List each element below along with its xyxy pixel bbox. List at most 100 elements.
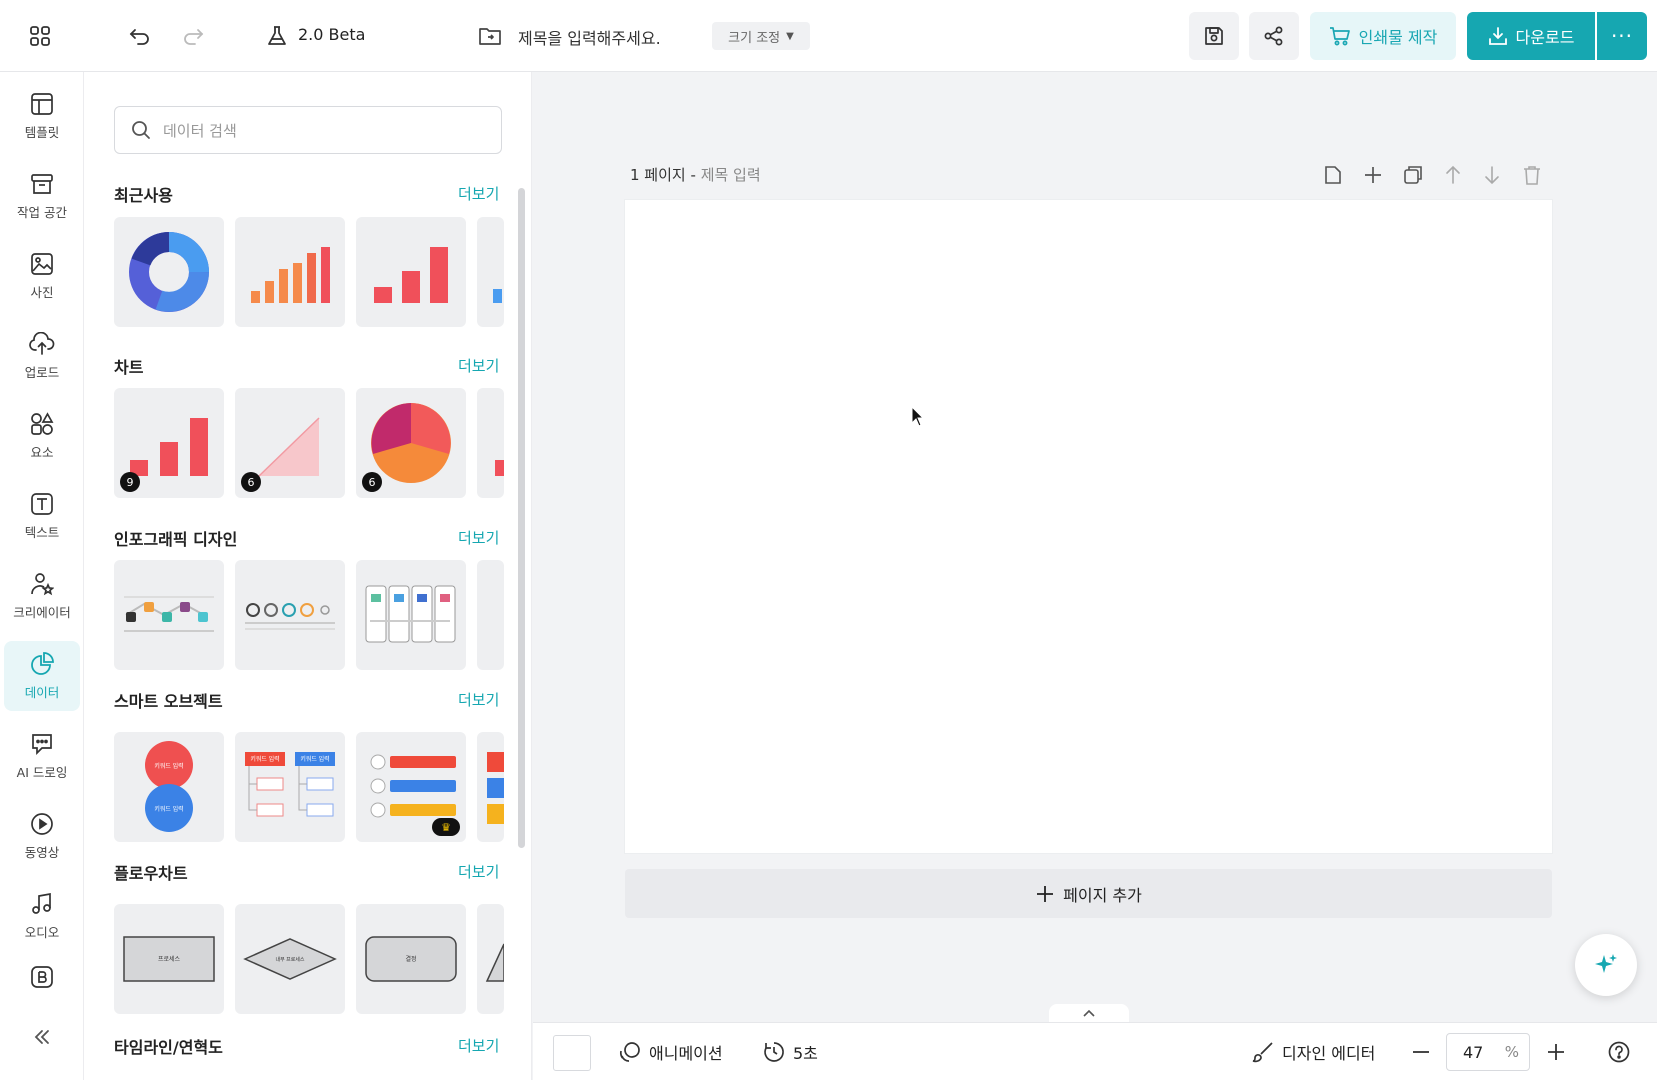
recent-more-link[interactable]: 더보기: [458, 183, 499, 204]
brush-icon: [1252, 1042, 1273, 1063]
download-label: 다운로드: [1515, 28, 1575, 47]
audio-icon: [32, 892, 51, 914]
smart-object-columns-thumb[interactable]: 키워드 입력 키워드 입력: [235, 732, 345, 842]
sparkle-icon: [1595, 954, 1617, 973]
chart-more-link[interactable]: 더보기: [458, 355, 499, 376]
section-title-recent: 최근사용: [114, 186, 173, 205]
save-button[interactable]: [1189, 12, 1239, 60]
rail-label-upload: 업로드: [24, 364, 60, 380]
infographic-more-link[interactable]: 더보기: [458, 527, 499, 548]
panel-scrollbar[interactable]: [518, 188, 525, 848]
design-editor-label: 디자인 에디터: [1282, 1044, 1376, 1063]
folder-icon[interactable]: [470, 16, 510, 56]
smart-text: 키워드 입력: [250, 755, 279, 763]
page-thumbnail[interactable]: [553, 1035, 591, 1071]
smart-text: 키워드 입력: [300, 755, 329, 763]
page-title-input[interactable]: 제목 입력: [701, 166, 761, 184]
rail-item-template[interactable]: 템플릿: [4, 81, 80, 151]
chart-bar-thumb[interactable]: 9: [114, 388, 224, 498]
rail-item-audio[interactable]: 오디오: [4, 881, 80, 951]
zoom-out-button[interactable]: [1411, 1023, 1431, 1080]
rail-item-data[interactable]: 데이터: [4, 641, 80, 711]
rail-item-brand[interactable]: [4, 952, 80, 1002]
zoom-in-button[interactable]: [1546, 1023, 1566, 1080]
smart-object-circles-thumb[interactable]: 키워드 입력 키워드 입력: [114, 732, 224, 842]
infographic-thumb-1[interactable]: [114, 560, 224, 670]
download-button[interactable]: 다운로드: [1467, 12, 1595, 60]
rail-item-text[interactable]: 텍스트: [4, 481, 80, 551]
rail-item-elements[interactable]: 요소: [4, 401, 80, 471]
infographic-thumb-3[interactable]: [356, 560, 466, 670]
document-title-input[interactable]: 제목을 입력해주세요.: [518, 25, 661, 49]
flow-text: 결정: [405, 955, 416, 963]
timeline-more-link[interactable]: 더보기: [458, 1035, 499, 1056]
section-title-infographic: 인포그래픽 디자인: [114, 530, 238, 549]
download-icon: [1488, 27, 1507, 45]
rail-item-video[interactable]: 동영상: [4, 801, 80, 871]
duration-button[interactable]: 5초: [763, 1023, 818, 1080]
zoom-unit: %: [1504, 1043, 1519, 1061]
design-canvas-page[interactable]: [625, 200, 1552, 853]
rail-item-upload[interactable]: 업로드: [4, 321, 80, 391]
recent-bar-chart-thumb-2[interactable]: [356, 217, 466, 327]
version-label: 2.0 Beta: [298, 25, 366, 44]
rail-label-text: 텍스트: [24, 524, 60, 540]
photo-icon: [31, 252, 53, 275]
redo-icon[interactable]: [173, 16, 213, 56]
rail-item-photo[interactable]: 사진: [4, 241, 80, 311]
zoom-input[interactable]: 47 %: [1446, 1033, 1530, 1071]
flowchart-more-link[interactable]: 더보기: [458, 861, 499, 882]
flowchart-thumb-partial[interactable]: [477, 904, 504, 1014]
bottom-toolbar: 애니메이션 5초 디자인 에디터 47 %: [533, 1022, 1657, 1080]
move-page-down-icon[interactable]: [1479, 162, 1505, 188]
more-icon: ···: [1610, 24, 1634, 48]
collapse-panel-button[interactable]: [4, 1012, 80, 1062]
add-page-icon[interactable]: [1360, 162, 1386, 188]
add-page-button[interactable]: 페이지 추가: [625, 869, 1552, 918]
animation-label: 애니메이션: [649, 1044, 723, 1063]
help-button[interactable]: [1608, 1023, 1630, 1080]
rail-item-workspace[interactable]: 작업 공간: [4, 161, 80, 231]
more-options-button[interactable]: ···: [1597, 12, 1647, 60]
duplicate-page-icon[interactable]: [1400, 162, 1426, 188]
smart-object-thumb-partial[interactable]: [477, 732, 504, 842]
apps-grid-icon[interactable]: [20, 16, 60, 56]
chart-pie-thumb[interactable]: 6: [356, 388, 466, 498]
infographic-thumb-partial[interactable]: [477, 560, 504, 670]
timer-icon: [764, 1042, 784, 1062]
resize-button[interactable]: 크기 조정 ▼: [712, 22, 810, 50]
premium-crown-icon: ♛: [432, 818, 460, 836]
flowchart-terminal-thumb[interactable]: 결정: [356, 904, 466, 1014]
smart-object-list-thumb[interactable]: ♛: [356, 732, 466, 842]
data-panel: 데이터 검색 최근사용 더보기 차트 더보기 9 6 6 인포그래픽 디자인 더…: [84, 72, 532, 1080]
infographic-thumb-2[interactable]: [235, 560, 345, 670]
flowchart-decision-thumb[interactable]: 내부 프로세스: [235, 904, 345, 1014]
recent-donut-chart-thumb[interactable]: [114, 217, 224, 327]
chart-thumb-partial[interactable]: [477, 388, 504, 498]
ai-assistant-button[interactable]: [1575, 934, 1637, 996]
smart-object-more-link[interactable]: 더보기: [458, 689, 499, 710]
design-editor-button[interactable]: 디자인 에디터: [1252, 1023, 1375, 1080]
smart-text: 키워드 입력: [154, 762, 183, 770]
data-search-input[interactable]: 데이터 검색: [114, 106, 502, 154]
share-button[interactable]: [1249, 12, 1299, 60]
rail-label-video: 동영상: [24, 844, 60, 860]
undo-icon[interactable]: [120, 16, 160, 56]
page-note-icon[interactable]: [1320, 162, 1346, 188]
flowchart-process-thumb[interactable]: 프로세스: [114, 904, 224, 1014]
rail-item-ai-drawing[interactable]: AI 드로잉: [4, 721, 80, 791]
expand-pages-tab[interactable]: [1049, 1004, 1129, 1022]
recent-bar-chart-thumb[interactable]: [235, 217, 345, 327]
rail-item-creator[interactable]: 크리에이터: [4, 561, 80, 631]
smart-text: 키워드 입력: [154, 805, 183, 813]
rail-label-photo: 사진: [30, 284, 54, 300]
chart-area-thumb[interactable]: 6: [235, 388, 345, 498]
recent-chart-thumb-partial[interactable]: [477, 217, 504, 327]
animation-button[interactable]: 애니메이션: [619, 1023, 723, 1080]
print-order-button[interactable]: 인쇄물 제작: [1310, 12, 1456, 60]
delete-page-icon[interactable]: [1519, 162, 1545, 188]
move-page-up-icon[interactable]: [1440, 162, 1466, 188]
flow-text: 프로세스: [158, 955, 181, 963]
rail-label-data: 데이터: [24, 684, 60, 700]
caret-down-icon: ▼: [786, 30, 794, 42]
